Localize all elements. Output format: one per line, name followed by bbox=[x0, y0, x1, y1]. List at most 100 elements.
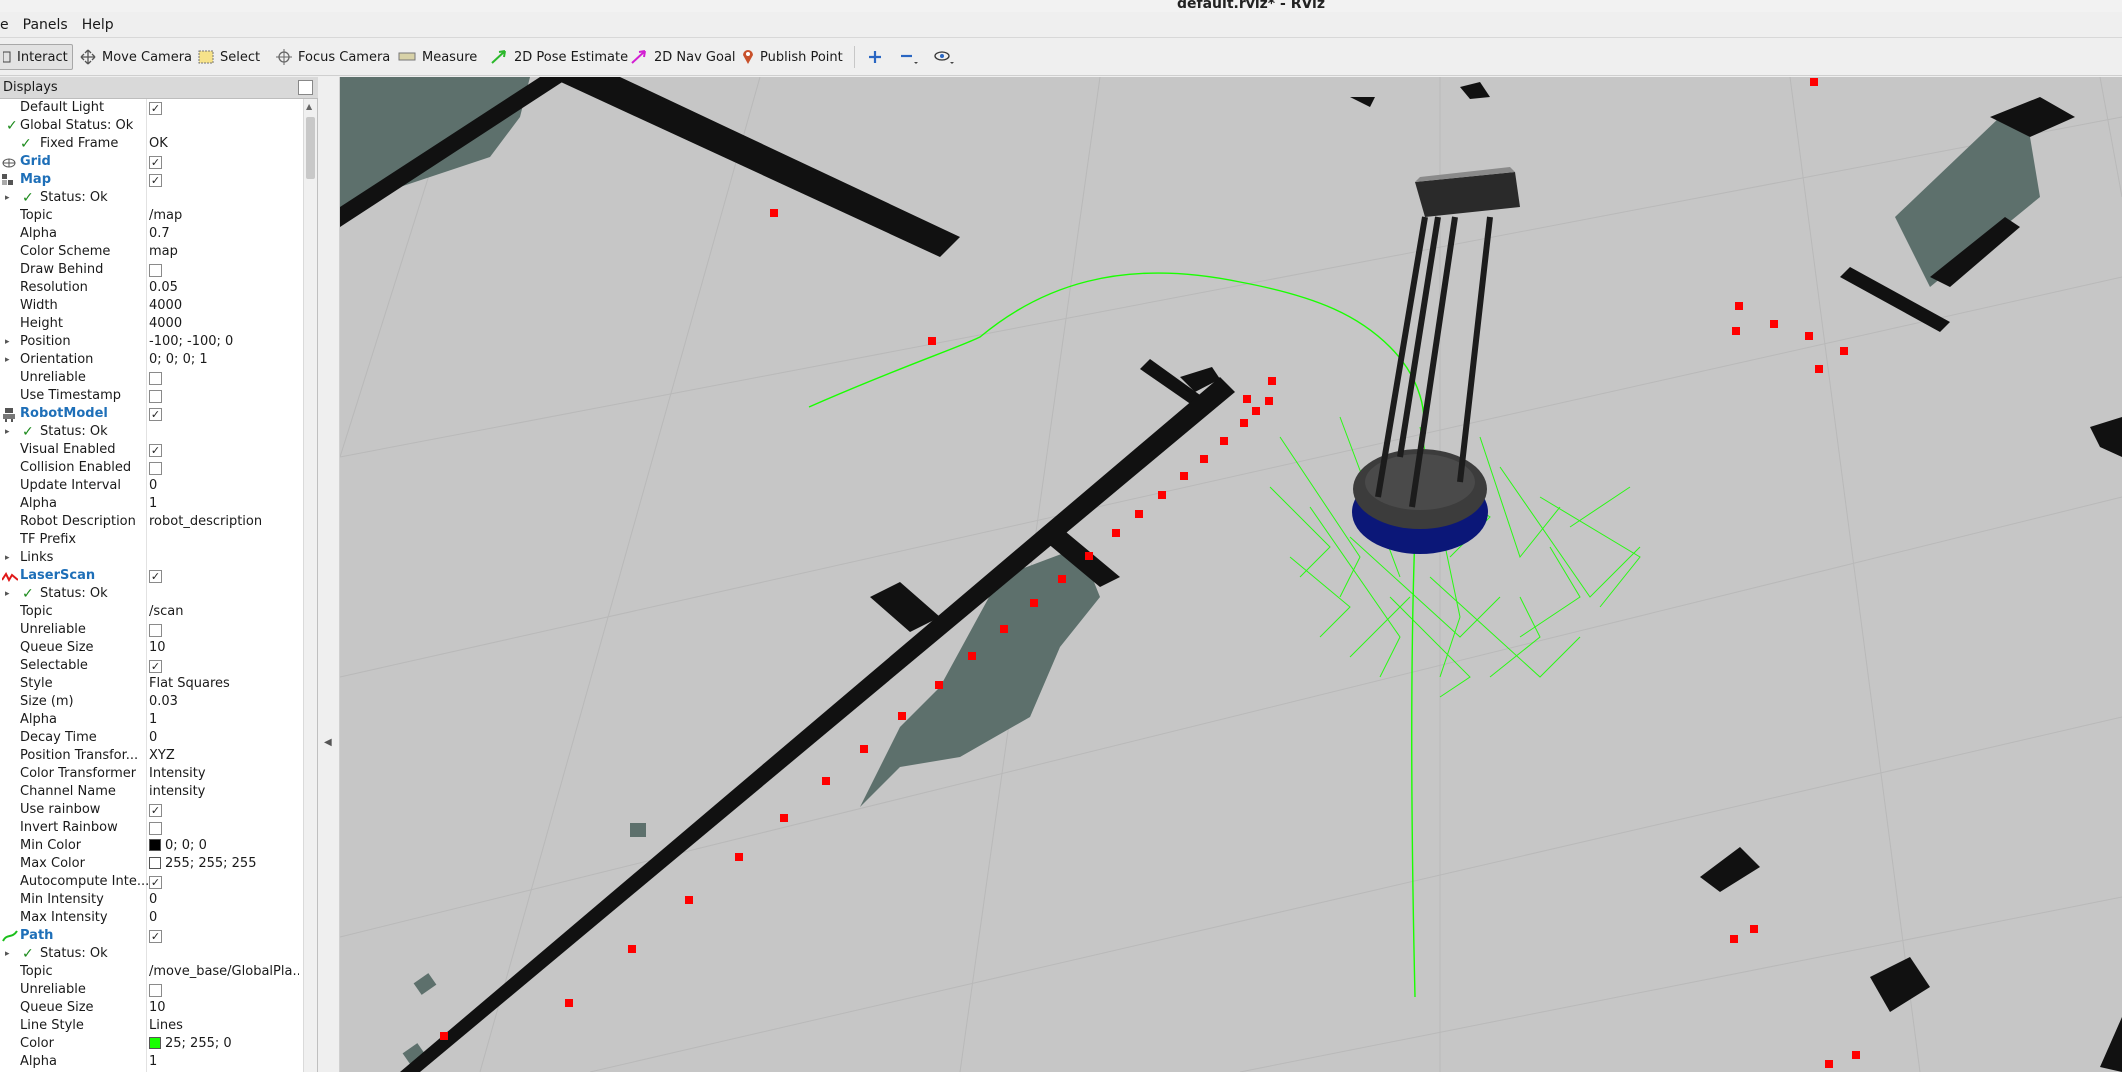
3d-viewport[interactable] bbox=[340, 77, 2122, 1072]
display-row[interactable]: Size (m) 0.03 bbox=[0, 693, 302, 711]
displays-scrollbar[interactable]: ▲ bbox=[303, 99, 317, 1072]
property-value[interactable]: 25; 255; 0 bbox=[149, 1035, 299, 1053]
property-value[interactable]: map bbox=[149, 243, 299, 261]
focus-camera-tool[interactable]: Focus Camera bbox=[272, 44, 394, 70]
display-row[interactable]: Unreliable bbox=[0, 369, 302, 387]
property-value[interactable]: 0.03 bbox=[149, 693, 299, 711]
interact-tool[interactable]: Interact bbox=[0, 44, 73, 70]
select-tool[interactable]: Select bbox=[194, 44, 264, 70]
property-value[interactable]: 0.05 bbox=[149, 279, 299, 297]
add-tool-button[interactable] bbox=[864, 44, 886, 70]
nav-goal-tool[interactable]: 2D Nav Goal bbox=[626, 44, 740, 70]
expand-arrow-icon[interactable]: ▸ bbox=[5, 423, 10, 441]
display-row[interactable]: Invert Rainbow bbox=[0, 819, 302, 837]
property-value[interactable]: 0; 0; 0; 1 bbox=[149, 351, 299, 369]
display-row[interactable]: ▸ Links bbox=[0, 549, 302, 567]
display-row[interactable]: Position Transfor... XYZ bbox=[0, 747, 302, 765]
display-row[interactable]: Robot Description robot_description bbox=[0, 513, 302, 531]
display-row[interactable]: Color Transformer Intensity bbox=[0, 765, 302, 783]
display-row[interactable]: Alpha 1 bbox=[0, 1053, 302, 1071]
property-checkbox[interactable]: ✓ bbox=[149, 804, 162, 817]
property-checkbox[interactable]: ✓ bbox=[149, 876, 162, 889]
property-value[interactable]: /move_base/GlobalPla... bbox=[149, 963, 299, 981]
property-checkbox[interactable]: ✓ bbox=[149, 570, 162, 583]
display-row[interactable]: Topic/move_base/GlobalPla... bbox=[0, 963, 302, 981]
display-row[interactable]: Min Color 0; 0; 0 bbox=[0, 837, 302, 855]
display-row[interactable]: Default Light ✓ bbox=[0, 99, 302, 117]
property-value[interactable]: 1 bbox=[149, 1053, 299, 1071]
pose-estimate-tool[interactable]: 2D Pose Estimate bbox=[486, 44, 632, 70]
property-value[interactable]: intensity bbox=[149, 783, 299, 801]
display-row[interactable]: Queue Size 10 bbox=[0, 999, 302, 1017]
property-value[interactable]: Intensity bbox=[149, 765, 299, 783]
display-row[interactable]: ▸ ✓ Status: Ok bbox=[0, 423, 302, 441]
property-value[interactable]: 255; 255; 255 bbox=[149, 855, 299, 873]
display-row[interactable]: Visual Enabled ✓ bbox=[0, 441, 302, 459]
display-row[interactable]: Use rainbow ✓ bbox=[0, 801, 302, 819]
property-checkbox[interactable]: ✓ bbox=[149, 102, 162, 115]
measure-tool[interactable]: Measure bbox=[394, 44, 481, 70]
property-value[interactable]: 4000 bbox=[149, 297, 299, 315]
property-value[interactable]: Lines bbox=[149, 1017, 299, 1035]
property-checkbox[interactable]: ✓ bbox=[149, 156, 162, 169]
display-row[interactable]: Max Color 255; 255; 255 bbox=[0, 855, 302, 873]
display-row[interactable]: Alpha 1 bbox=[0, 711, 302, 729]
display-row[interactable]: Selectable ✓ bbox=[0, 657, 302, 675]
property-value[interactable]: robot_description bbox=[149, 513, 299, 531]
property-checkbox[interactable] bbox=[149, 264, 162, 277]
property-value[interactable]: 1 bbox=[149, 495, 299, 513]
display-row[interactable]: Color 25; 255; 0 bbox=[0, 1035, 302, 1053]
property-checkbox[interactable] bbox=[149, 624, 162, 637]
display-row[interactable]: ▸ Position -100; -100; 0 bbox=[0, 333, 302, 351]
property-checkbox[interactable] bbox=[149, 372, 162, 385]
tool-visibility-button[interactable] bbox=[930, 44, 960, 70]
display-row[interactable]: ▸ ✓ Status: Ok bbox=[0, 945, 302, 963]
property-value[interactable]: 0 bbox=[149, 729, 299, 747]
menu-help[interactable]: Help bbox=[82, 17, 120, 33]
display-row[interactable]: Autocompute Inte... ✓ bbox=[0, 873, 302, 891]
display-row[interactable]: Alpha 1 bbox=[0, 495, 302, 513]
undock-button[interactable] bbox=[298, 80, 313, 95]
property-value[interactable]: XYZ bbox=[149, 747, 299, 765]
display-row[interactable]: ✓ Fixed Frame OK bbox=[0, 135, 302, 153]
display-row[interactable]: Path ✓ bbox=[0, 927, 302, 945]
property-value[interactable]: /map bbox=[149, 207, 299, 225]
property-value[interactable]: 4000 bbox=[149, 315, 299, 333]
scrollbar-thumb[interactable] bbox=[306, 117, 315, 179]
remove-tool-button[interactable] bbox=[896, 44, 924, 70]
display-row[interactable]: Max Intensity 0 bbox=[0, 909, 302, 927]
expand-arrow-icon[interactable]: ▸ bbox=[5, 189, 10, 207]
property-value[interactable]: 0 bbox=[149, 891, 299, 909]
display-row[interactable]: Height 4000 bbox=[0, 315, 302, 333]
move-camera-tool[interactable]: Move Camera bbox=[76, 44, 196, 70]
display-row[interactable]: Update Interval 0 bbox=[0, 477, 302, 495]
property-value[interactable]: 0 bbox=[149, 909, 299, 927]
property-value[interactable]: Flat Squares bbox=[149, 675, 299, 693]
display-row[interactable]: Use Timestamp bbox=[0, 387, 302, 405]
display-row[interactable]: Collision Enabled bbox=[0, 459, 302, 477]
display-row[interactable]: Queue Size 10 bbox=[0, 639, 302, 657]
property-checkbox[interactable]: ✓ bbox=[149, 660, 162, 673]
display-row[interactable]: ▸ ✓ Status: Ok bbox=[0, 585, 302, 603]
display-row[interactable]: Grid ✓ bbox=[0, 153, 302, 171]
menu-file[interactable]: e bbox=[0, 17, 15, 33]
property-checkbox[interactable] bbox=[149, 390, 162, 403]
display-row[interactable]: RobotModel ✓ bbox=[0, 405, 302, 423]
color-swatch[interactable] bbox=[149, 857, 161, 869]
display-row[interactable]: Width 4000 bbox=[0, 297, 302, 315]
expand-arrow-icon[interactable]: ▸ bbox=[5, 945, 10, 963]
display-row[interactable]: Line Style Lines bbox=[0, 1017, 302, 1035]
property-value[interactable]: 10 bbox=[149, 999, 299, 1017]
property-value[interactable]: /scan bbox=[149, 603, 299, 621]
property-checkbox[interactable] bbox=[149, 822, 162, 835]
display-row[interactable]: ▸ Orientation 0; 0; 0; 1 bbox=[0, 351, 302, 369]
expand-arrow-icon[interactable]: ▸ bbox=[5, 351, 10, 369]
display-row[interactable]: Channel Name intensity bbox=[0, 783, 302, 801]
property-checkbox[interactable]: ✓ bbox=[149, 174, 162, 187]
display-row[interactable]: Topic/map bbox=[0, 207, 302, 225]
display-row[interactable]: Alpha 0.7 bbox=[0, 225, 302, 243]
display-row[interactable]: Draw Behind bbox=[0, 261, 302, 279]
display-row[interactable]: Decay Time 0 bbox=[0, 729, 302, 747]
display-row[interactable]: Style Flat Squares bbox=[0, 675, 302, 693]
property-checkbox[interactable] bbox=[149, 462, 162, 475]
